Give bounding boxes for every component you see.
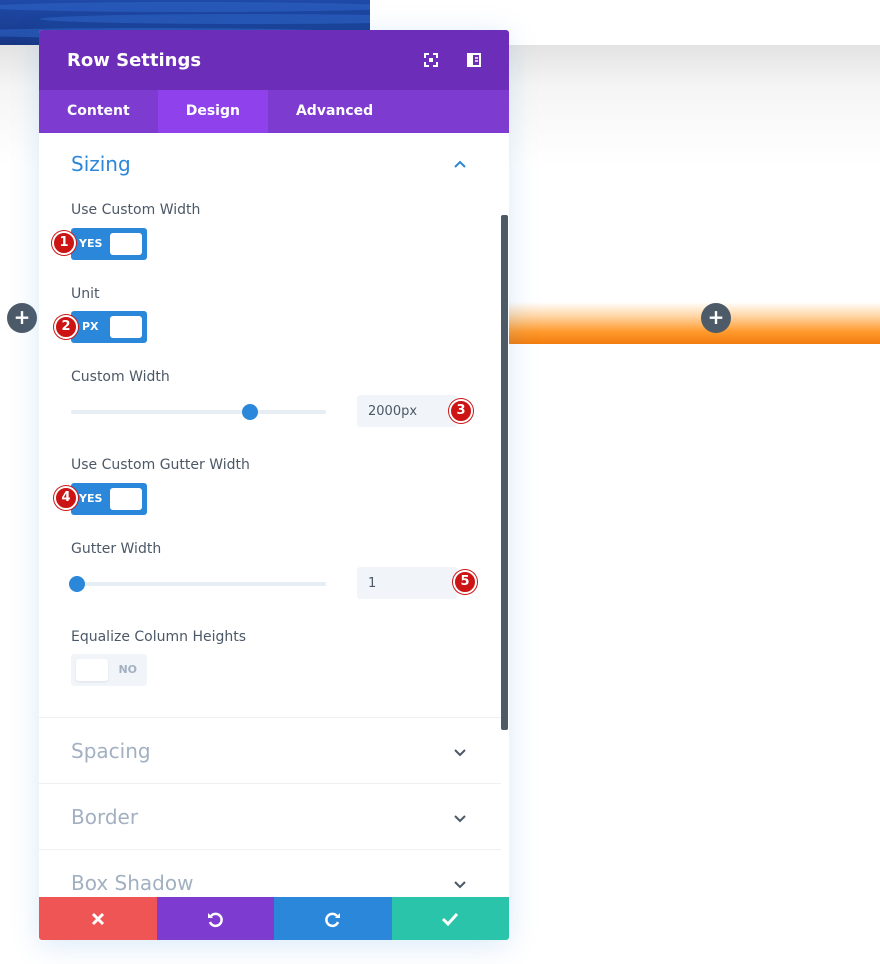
custom-width-slider-track[interactable] <box>71 410 326 414</box>
unit-toggle[interactable]: PX <box>71 311 147 343</box>
toggle-state: YES <box>79 237 103 250</box>
orange-gradient-strip <box>509 302 880 344</box>
custom-width-input[interactable] <box>357 395 457 427</box>
gutter-width-input[interactable] <box>357 567 457 599</box>
close-icon <box>91 912 104 925</box>
section-divider <box>39 849 501 850</box>
redo-icon <box>324 912 340 927</box>
tab-content[interactable]: Content <box>39 90 158 133</box>
chevron-down-icon[interactable] <box>452 876 468 892</box>
redo-button[interactable] <box>274 897 392 940</box>
tab-design[interactable]: Design <box>157 90 268 133</box>
toggle-knob <box>76 659 108 681</box>
custom-width-slider-handle[interactable] <box>241 404 258 420</box>
custom-width-label: Custom Width <box>71 369 170 385</box>
toggle-state: PX <box>82 320 99 333</box>
chevron-down-icon[interactable] <box>452 744 468 760</box>
save-button[interactable] <box>391 897 509 940</box>
toggle-knob <box>110 233 142 255</box>
annotation-marker-4: 4 <box>54 486 78 510</box>
spacing-section-title[interactable]: Spacing <box>71 739 151 763</box>
use-custom-gutter-width-label: Use Custom Gutter Width <box>71 457 250 473</box>
cancel-button[interactable] <box>39 897 157 940</box>
row-settings-modal: Row Settings Content Design Advanced Siz… <box>39 30 509 940</box>
section-divider <box>39 717 501 718</box>
equalize-column-heights-label: Equalize Column Heights <box>71 629 247 645</box>
annotation-marker-1: 1 <box>52 231 76 255</box>
modal-header: Row Settings <box>39 30 509 90</box>
modal-title: Row Settings <box>67 49 202 71</box>
check-icon <box>442 912 459 926</box>
tab-advanced[interactable]: Advanced <box>268 90 401 133</box>
undo-icon <box>208 912 224 927</box>
toggle-knob <box>110 488 142 510</box>
unit-label: Unit <box>71 286 100 302</box>
chevron-down-icon[interactable] <box>452 810 468 826</box>
expand-icon[interactable] <box>422 51 440 69</box>
undo-button[interactable] <box>156 897 274 940</box>
border-section-title[interactable]: Border <box>71 805 138 829</box>
gutter-width-label: Gutter Width <box>71 541 162 557</box>
builder-canvas: + + Row Settings Content Design Advanced <box>0 0 880 964</box>
toggle-knob <box>110 316 142 338</box>
use-custom-width-label: Use Custom Width <box>71 202 201 218</box>
annotation-marker-2: 2 <box>54 315 78 339</box>
settings-content: Sizing Use Custom Width YES Unit PX Cust… <box>39 133 509 897</box>
use-custom-gutter-width-toggle[interactable]: YES <box>71 483 147 515</box>
use-custom-width-toggle[interactable]: YES <box>71 228 147 260</box>
section-divider <box>39 783 501 784</box>
scrollbar[interactable] <box>501 215 508 730</box>
add-module-button-right[interactable]: + <box>701 303 731 333</box>
sizing-section-title[interactable]: Sizing <box>71 152 131 176</box>
gutter-width-slider-handle[interactable] <box>69 576 85 592</box>
sidebar-layout-icon[interactable] <box>465 51 483 69</box>
annotation-marker-3: 3 <box>449 399 473 423</box>
box-shadow-section-title[interactable]: Box Shadow <box>71 871 193 895</box>
equalize-column-heights-toggle[interactable]: NO <box>71 654 147 686</box>
modal-footer <box>39 897 509 940</box>
modal-tabs: Content Design Advanced <box>39 90 509 133</box>
annotation-marker-5: 5 <box>453 570 477 594</box>
toggle-state: NO <box>118 663 137 676</box>
add-row-button-left[interactable]: + <box>7 303 37 333</box>
chevron-up-icon[interactable] <box>452 157 468 173</box>
toggle-state: YES <box>79 492 103 505</box>
gutter-width-slider-track[interactable] <box>71 582 326 586</box>
